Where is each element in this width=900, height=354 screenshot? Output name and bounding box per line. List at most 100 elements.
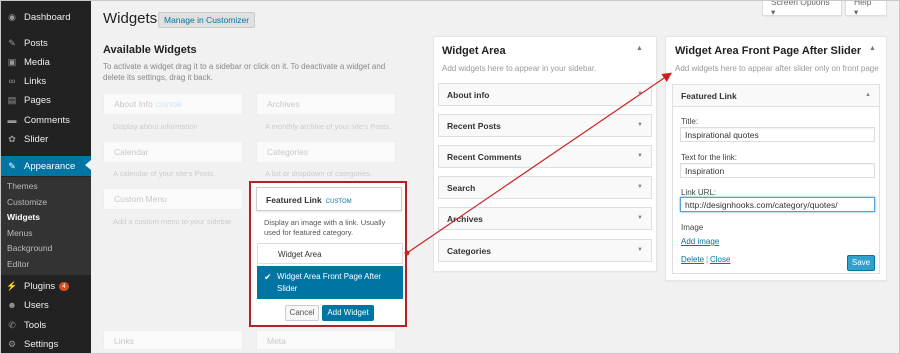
collapse-icon[interactable]: ▲ — [865, 92, 871, 98]
checkmark-icon: ✔ — [264, 272, 272, 282]
widget-name: Archives — [267, 99, 300, 109]
widget-description: A list or dropdown of categories. — [265, 169, 372, 178]
close-link[interactable]: Close — [710, 255, 730, 264]
help-button[interactable]: Help ▾ — [845, 0, 887, 17]
expand-icon[interactable]: ▼ — [637, 247, 643, 253]
link-separator: | — [706, 255, 709, 264]
featured-link-widget-title[interactable]: Featured Link CUSTOM — [256, 187, 402, 211]
widget-archives[interactable]: Archives — [256, 93, 396, 115]
submenu-widgets[interactable]: Widgets — [7, 212, 40, 222]
link-url-input[interactable]: http://designhooks.com/category/quotes/ — [680, 197, 875, 212]
widget-description: Add a custom menu to your sidebar. — [113, 217, 234, 226]
delete-link[interactable]: Delete — [681, 255, 704, 264]
menu-users[interactable]: ☻ Users — [1, 296, 91, 314]
chooser-option-widget-area[interactable]: Widget Area — [257, 243, 403, 264]
submenu-menus[interactable]: Menus — [7, 228, 33, 238]
widget-row-label: Recent Comments — [447, 152, 522, 162]
chooser-option-front-page[interactable]: ✔ Widget Area Front Page After Slider — [257, 266, 403, 299]
widget-row-label: About info — [447, 90, 490, 100]
menu-links[interactable]: ∞ Links — [1, 72, 91, 90]
menu-tools[interactable]: ✆ Tools — [1, 316, 91, 334]
settings-icon: ⚙ — [7, 338, 17, 349]
menu-posts[interactable]: ✎ Posts — [1, 34, 91, 52]
dashboard-icon: ◉ — [8, 11, 16, 22]
menu-label: Users — [24, 299, 49, 311]
expand-icon[interactable]: ▼ — [637, 184, 643, 190]
menu-label: Appearance — [24, 160, 76, 172]
submenu-editor[interactable]: Editor — [7, 259, 29, 269]
widget-links[interactable]: Links — [103, 330, 243, 350]
page-title: Widgets — [103, 10, 158, 27]
menu-slider[interactable]: ✿ Slider — [1, 130, 91, 148]
featured-link-header[interactable]: Featured Link ▲ — [673, 85, 879, 107]
menu-appearance[interactable]: ✎ Appearance — [1, 156, 91, 176]
collapse-icon[interactable]: ▲ — [636, 45, 643, 52]
collapse-icon[interactable]: ▲ — [869, 45, 876, 52]
available-widgets-description: To activate a widget drag it to a sideba… — [103, 62, 386, 82]
featured-link-description: Display an image with a link. Usually us… — [264, 218, 386, 237]
gear-icon: ✿ — [8, 133, 16, 144]
widget-categories[interactable]: Categories — [256, 141, 396, 163]
widget-name: Meta — [267, 336, 286, 346]
menu-pages[interactable]: ▤ Pages — [1, 91, 91, 109]
image-label: Image — [681, 223, 704, 232]
menu-label: Links — [24, 75, 47, 87]
cancel-button[interactable]: Cancel — [285, 305, 319, 321]
widget-row[interactable]: Categories ▼ — [438, 239, 652, 262]
widget-row[interactable]: Recent Comments ▼ — [438, 145, 652, 168]
menu-label: Settings — [24, 338, 59, 350]
widget-row-label: Search — [447, 183, 476, 193]
submenu-customize[interactable]: Customize — [7, 197, 47, 207]
expand-icon[interactable]: ▼ — [637, 215, 643, 221]
add-image-link[interactable]: Add image — [681, 237, 719, 246]
widget-name: Custom Menu — [114, 194, 167, 204]
front-page-area-title: Widget Area Front Page After Slider — [675, 45, 862, 57]
custom-tag: CUSTOM — [155, 103, 182, 109]
front-page-area-description: Add widgets here to appear after slider … — [675, 64, 879, 73]
expand-icon[interactable]: ▼ — [637, 122, 643, 128]
widget-about-info[interactable]: About Info CUSTOM — [103, 93, 243, 115]
menu-media[interactable]: ▣ Media — [1, 53, 91, 71]
screen-options-button[interactable]: Screen Options ▾ — [762, 0, 842, 17]
admin-sidebar: ◉ Dashboard ✎ Posts ▣ Media ∞ Links ▤ Pages ▬… — [1, 1, 91, 353]
title-label: Title: — [681, 117, 699, 126]
widget-meta[interactable]: Meta — [256, 330, 396, 350]
menu-dashboard[interactable]: ◉ Dashboard — [1, 8, 91, 26]
link-text-input[interactable]: Inspiration — [680, 163, 875, 178]
available-widgets-title: Available Widgets — [103, 44, 197, 56]
widget-row[interactable]: Recent Posts ▼ — [438, 114, 652, 137]
pages-icon: ▤ — [7, 94, 17, 105]
widget-name: Categories — [267, 147, 309, 157]
manage-in-customizer-button[interactable]: Manage in Customizer — [158, 12, 256, 28]
link-icon: ∞ — [8, 76, 16, 86]
widget-area-description: Add widgets here to appear in your sideb… — [442, 64, 597, 73]
menu-label: Dashboard — [24, 11, 71, 23]
link-text-label: Text for the link: — [681, 153, 738, 162]
brush-icon: ✎ — [8, 160, 16, 171]
expand-icon[interactable]: ▼ — [637, 153, 643, 159]
menu-label: Posts — [24, 37, 48, 49]
title-input[interactable]: Inspirational quotes — [680, 127, 875, 142]
widget-row-label: Archives — [447, 214, 483, 224]
add-widget-button[interactable]: Add Widget — [322, 305, 374, 321]
widget-name: Featured Link — [266, 195, 322, 205]
save-button[interactable]: Save — [847, 255, 875, 271]
menu-label: Comments — [24, 114, 70, 126]
menu-label: Tools — [24, 319, 47, 331]
expand-icon[interactable]: ▼ — [637, 91, 643, 97]
widget-row[interactable]: Search ▼ — [438, 176, 652, 199]
custom-tag: CUSTOM — [325, 199, 352, 205]
widget-row[interactable]: About info ▼ — [438, 83, 652, 106]
widget-name: Calendar — [114, 147, 149, 157]
pin-icon: ✎ — [8, 37, 16, 48]
widget-custom-menu[interactable]: Custom Menu — [103, 188, 243, 210]
menu-settings[interactable]: ⚙ Settings — [1, 335, 91, 353]
menu-plugins[interactable]: ⚡ Plugins 4 — [1, 277, 91, 295]
widget-row[interactable]: Archives ▼ — [438, 207, 652, 230]
menu-comments[interactable]: ▬ Comments — [1, 111, 91, 129]
submenu-themes[interactable]: Themes — [7, 181, 38, 191]
widget-description: A calendar of your site's Posts. — [113, 169, 216, 178]
submenu-background[interactable]: Background — [7, 243, 52, 253]
widget-calendar[interactable]: Calendar — [103, 141, 243, 163]
media-icon: ▣ — [7, 56, 17, 67]
